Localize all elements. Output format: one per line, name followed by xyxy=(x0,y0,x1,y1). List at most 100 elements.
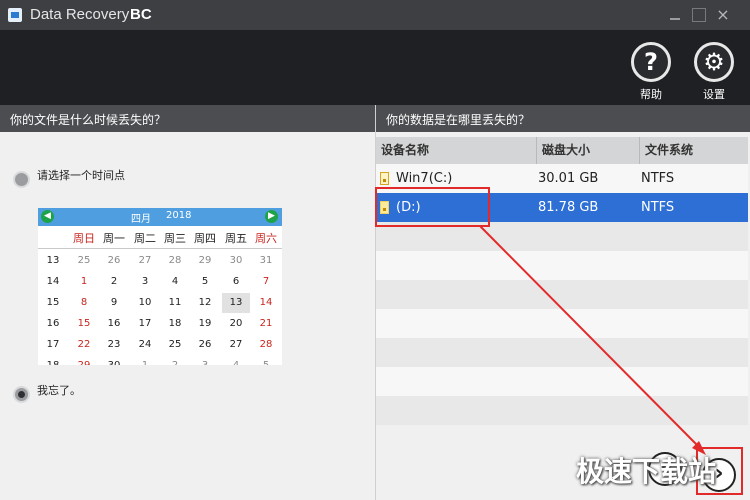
time-point-label[interactable]: 请选择一个时间点 xyxy=(37,167,125,183)
help-button[interactable]: ? 帮助 xyxy=(626,42,676,102)
calendar-day[interactable]: 14 xyxy=(252,293,280,313)
where-lost-heading: 你的数据是在哪里丢失的？ xyxy=(386,113,531,127)
column-device-name[interactable]: 设备名称 xyxy=(376,137,536,164)
calendar-day[interactable]: 8 xyxy=(70,293,98,313)
settings-button[interactable]: ⚙ 设置 xyxy=(689,42,739,102)
weekday-label: 周六 xyxy=(255,232,277,245)
title-bar: Data Recovery BC × xyxy=(0,0,750,30)
calendar-day[interactable]: 9 xyxy=(100,293,128,313)
close-button[interactable]: × xyxy=(716,7,730,23)
calendar-day[interactable]: 29 xyxy=(191,251,219,271)
calendar-day[interactable]: 5 xyxy=(252,356,280,365)
calendar-day[interactable]: 27 xyxy=(131,251,159,271)
time-selection-panel: 请选择一个时间点 ◀ 四月 2018 ▶ 周日 周一 周二 周三 周四 周五 周… xyxy=(0,132,375,500)
minimize-button[interactable] xyxy=(668,8,682,22)
time-point-radio[interactable] xyxy=(13,171,30,188)
forgot-radio[interactable] xyxy=(13,386,30,403)
calendar-divider xyxy=(38,248,282,249)
calendar-day[interactable]: 10 xyxy=(131,293,159,313)
weekday-label: 周四 xyxy=(194,232,216,245)
calendar-day[interactable]: 25 xyxy=(70,251,98,271)
empty-row xyxy=(376,396,748,425)
calendar: ◀ 四月 2018 ▶ 周日 周一 周二 周三 周四 周五 周六 13 25 2… xyxy=(38,208,282,365)
calendar-day[interactable]: 30 xyxy=(100,356,128,365)
calendar-day[interactable]: 12 xyxy=(191,293,219,313)
calendar-day[interactable]: 26 xyxy=(191,335,219,355)
calendar-day[interactable]: 2 xyxy=(100,272,128,292)
calendar-day[interactable]: 4 xyxy=(161,272,189,292)
weekday-label: 周一 xyxy=(103,232,125,245)
settings-label: 设置 xyxy=(703,88,725,101)
empty-row xyxy=(376,309,748,338)
calendar-day[interactable]: 2 xyxy=(161,356,189,365)
calendar-day[interactable]: 11 xyxy=(161,293,189,313)
empty-row xyxy=(376,338,748,367)
drive-size: 30.01 GB xyxy=(538,171,599,186)
drive-table-header: 设备名称 磁盘大小 文件系统 xyxy=(376,137,748,164)
calendar-day[interactable]: 5 xyxy=(191,272,219,292)
calendar-day[interactable]: 3 xyxy=(191,356,219,365)
calendar-day[interactable]: 19 xyxy=(191,314,219,334)
calendar-day[interactable]: 21 xyxy=(252,314,280,334)
empty-row xyxy=(376,367,748,396)
weekday-label: 周五 xyxy=(225,232,247,245)
weekday-label: 周日 xyxy=(73,232,95,245)
calendar-day[interactable]: 28 xyxy=(161,251,189,271)
window-title: Data Recovery xyxy=(30,6,130,23)
calendar-day[interactable]: 1 xyxy=(70,272,98,292)
drive-fs: NTFS xyxy=(641,171,675,186)
calendar-header: ◀ 四月 2018 ▶ xyxy=(38,208,282,226)
calendar-month[interactable]: 四月 xyxy=(131,210,151,225)
app-icon xyxy=(8,8,22,22)
calendar-day[interactable]: 18 xyxy=(161,314,189,334)
gear-icon: ⚙ xyxy=(694,42,734,82)
calendar-day[interactable]: 1 xyxy=(131,356,159,365)
calendar-day[interactable]: 30 xyxy=(222,251,250,271)
empty-row xyxy=(376,251,748,280)
week-number: 16 xyxy=(46,318,60,329)
calendar-day[interactable]: 29 xyxy=(70,356,98,365)
maximize-button[interactable] xyxy=(692,8,706,22)
week-number: 15 xyxy=(46,297,60,308)
calendar-day[interactable]: 6 xyxy=(222,272,250,292)
watermark-text: 极速下载站 xyxy=(576,455,717,488)
prev-month-icon[interactable]: ◀ xyxy=(41,210,54,223)
help-label: 帮助 xyxy=(640,88,662,101)
column-file-system[interactable]: 文件系统 xyxy=(639,137,748,164)
week-number: 14 xyxy=(46,276,60,287)
help-icon: ? xyxy=(631,42,671,82)
calendar-day[interactable]: 28 xyxy=(252,335,280,355)
forgot-label[interactable]: 我忘了。 xyxy=(37,382,81,398)
calendar-day[interactable]: 16 xyxy=(100,314,128,334)
weekday-label: 周二 xyxy=(134,232,156,245)
week-number: 17 xyxy=(46,339,60,350)
week-number: 18 xyxy=(39,356,67,365)
calendar-day[interactable]: 7 xyxy=(252,272,280,292)
calendar-day[interactable]: 24 xyxy=(131,335,159,355)
calendar-day[interactable]: 25 xyxy=(161,335,189,355)
calendar-day[interactable]: 4 xyxy=(222,356,250,365)
calendar-day[interactable]: 27 xyxy=(222,335,250,355)
weekday-label: 周三 xyxy=(164,232,186,245)
next-month-icon[interactable]: ▶ xyxy=(265,210,278,223)
calendar-day[interactable]: 26 xyxy=(100,251,128,271)
toolbar: ? 帮助 ⚙ 设置 xyxy=(0,30,750,105)
calendar-day[interactable]: 31 xyxy=(252,251,280,271)
drive-icon xyxy=(380,172,389,185)
column-disk-size[interactable]: 磁盘大小 xyxy=(536,137,639,164)
calendar-year[interactable]: 2018 xyxy=(166,210,191,221)
drive-fs: NTFS xyxy=(641,200,675,215)
empty-row xyxy=(376,280,748,309)
calendar-day-selected[interactable]: 13 xyxy=(222,293,250,313)
drive-highlight-box xyxy=(375,187,490,227)
when-lost-heading: 你的文件是什么时候丢失的？ xyxy=(10,113,167,127)
calendar-day[interactable]: 23 xyxy=(100,335,128,355)
calendar-day[interactable]: 20 xyxy=(222,314,250,334)
calendar-day[interactable]: 17 xyxy=(131,314,159,334)
week-number: 13 xyxy=(46,255,60,266)
window-title-suffix: BC xyxy=(130,6,152,23)
drive-size: 81.78 GB xyxy=(538,200,599,215)
calendar-day[interactable]: 3 xyxy=(131,272,159,292)
calendar-day[interactable]: 15 xyxy=(70,314,98,334)
calendar-day[interactable]: 22 xyxy=(70,335,98,355)
